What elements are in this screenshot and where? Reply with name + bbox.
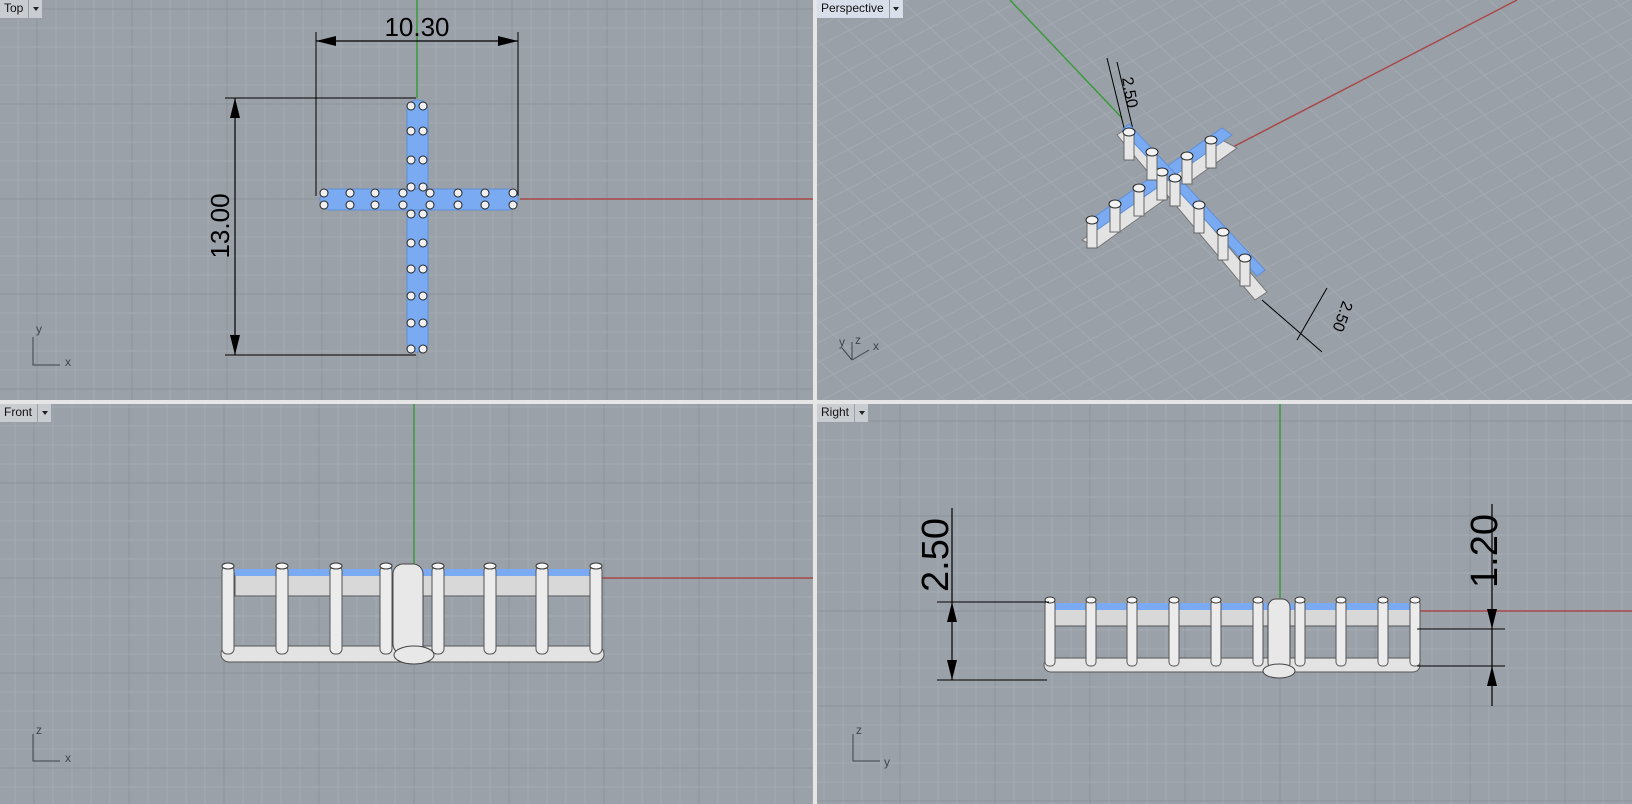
dimension-total-text: 2.50 — [915, 518, 957, 592]
right-viewport-canvas[interactable]: 2.50 1.20 z y — [817, 404, 1632, 804]
dimension-partial-text: 1.20 — [1464, 514, 1506, 588]
top-viewport[interactable]: 10.30 13.00 y x Top — [0, 0, 813, 400]
front-viewport-canvas[interactable]: z x — [0, 404, 813, 804]
axis-label-z: z — [855, 333, 861, 347]
viewport-tab-label: Front — [4, 405, 33, 419]
viewport-tab-front[interactable]: Front — [0, 404, 53, 423]
fence-object-right[interactable] — [1043, 596, 1421, 679]
fence-object-front[interactable] — [220, 562, 605, 665]
dimension-total-height[interactable]: 2.50 — [915, 508, 1049, 681]
axis-label-x: x — [873, 339, 879, 353]
viewport-tab-label: Top — [4, 1, 24, 15]
perspective-viewport[interactable]: 2.50 2.50 y z x Perspective — [817, 0, 1632, 400]
perspective-viewport-canvas[interactable]: 2.50 2.50 y z x — [817, 0, 1632, 400]
axis-label-y: y — [839, 335, 845, 349]
dimension-height-perspective[interactable]: 2.50 — [1106, 57, 1140, 141]
perspective-grid — [817, 0, 1632, 400]
viewport-tab-right[interactable]: Right — [817, 404, 870, 423]
viewport-tab-label: Perspective — [821, 1, 884, 15]
chevron-down-icon[interactable] — [854, 404, 868, 422]
axis-label-y: y — [884, 755, 890, 769]
dimension-partial-height[interactable]: 1.20 — [1417, 504, 1506, 706]
dimension-perspective-text: 2.50 — [1118, 76, 1140, 110]
axis-indicator: y x — [32, 322, 71, 369]
viewport-tab-label: Right — [821, 405, 850, 419]
front-viewport[interactable]: z x Front — [0, 404, 813, 804]
axis-label-x: x — [65, 355, 71, 369]
axis-indicator: y z x — [839, 333, 879, 361]
right-viewport[interactable]: 2.50 1.20 z y Right — [817, 404, 1632, 804]
axis-label-y: y — [36, 322, 42, 336]
viewport-layout: 10.30 13.00 y x Top 2.50 2.50 y z x Pers… — [0, 0, 1632, 804]
dimension-height[interactable]: 13.00 — [205, 97, 416, 356]
dimension-perspective-small-text: 2.50 — [1329, 299, 1356, 334]
cross-object-top[interactable] — [319, 99, 519, 354]
top-viewport-canvas[interactable]: 10.30 13.00 y x — [0, 0, 813, 400]
viewport-tab-top[interactable]: Top — [0, 0, 44, 19]
axis-indicator: z y — [852, 723, 890, 769]
chevron-down-icon[interactable] — [37, 404, 51, 422]
viewport-tab-perspective[interactable]: Perspective — [817, 0, 904, 19]
axis-label-x: x — [65, 751, 71, 765]
cross-object-perspective[interactable] — [1081, 123, 1268, 301]
y-axis-line — [1009, 0, 1123, 119]
chevron-down-icon[interactable] — [888, 0, 903, 18]
axis-label-z: z — [36, 723, 42, 737]
axis-label-z: z — [856, 723, 862, 737]
chevron-down-icon[interactable] — [28, 0, 42, 18]
dimension-width-text: 10.30 — [384, 12, 449, 42]
dimension-height-text: 13.00 — [205, 193, 235, 258]
axis-indicator: z x — [32, 723, 71, 765]
